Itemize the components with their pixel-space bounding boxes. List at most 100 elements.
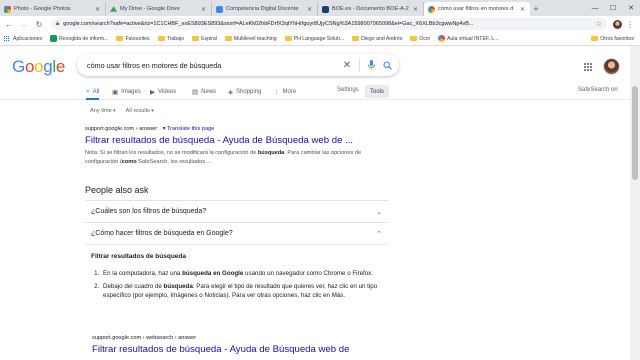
tab-label: Shopping [236, 89, 262, 95]
folder-icon [192, 36, 200, 41]
paa-source-cite: support.google.com › websearch › answer [92, 335, 197, 341]
bookmark-multilevel[interactable]: Multilevel teaching [224, 36, 277, 42]
google-header: Google cómo usar filtros en motores de b… [0, 46, 640, 84]
bookmark-ocio[interactable]: Ocio [410, 36, 430, 42]
google-g-icon [428, 5, 435, 13]
snippet-bold: como [121, 158, 137, 165]
maximize-icon[interactable]: ☐ [604, 0, 622, 16]
tab-all[interactable]: ⌕ All [86, 86, 100, 100]
apps-grid-icon [4, 35, 10, 42]
new-tab-button[interactable]: + [530, 2, 542, 16]
scrollbar-thumb[interactable] [632, 86, 638, 180]
tab-google-photos[interactable]: Photo - Google Photos ✕ [0, 2, 106, 16]
close-icon[interactable]: ✕ [307, 6, 313, 13]
back-arrow-icon[interactable]: ← [3, 18, 15, 30]
tab-label: cómo usar filtros en motores d [438, 6, 514, 12]
bookmark-star-icon[interactable]: ☆ [596, 20, 602, 28]
logo-letter: e [55, 57, 66, 76]
bookmark-otros-favoritos[interactable]: Otros favoritos [591, 36, 634, 42]
search-input[interactable]: cómo usar filtros en motores de búsqueda… [77, 54, 399, 76]
close-icon[interactable]: ✕ [520, 6, 526, 13]
tab-label: Images [121, 89, 141, 95]
bookmark-espiral[interactable]: Espiral [192, 36, 217, 42]
translate-link[interactable]: ▾ Translate this page [163, 126, 215, 132]
search-query[interactable]: cómo usar filtros en motores de búsqueda [87, 61, 341, 70]
paa-question[interactable]: ¿Cuáles son los filtros de búsqueda? ⌄ [85, 200, 388, 222]
step-text: Debajo del cuadro de [103, 283, 164, 290]
bookmark-diego-andres[interactable]: Diego and Andrés [352, 36, 402, 42]
close-icon[interactable]: ✕ [95, 6, 101, 13]
bookmark-label: Espiral [201, 35, 217, 42]
google-apps-icon[interactable] [584, 63, 593, 72]
tab-videos[interactable]: ▶ Videos [150, 86, 176, 98]
paa-answer: Filtrar resultados de búsqueda En la com… [85, 244, 388, 300]
snippet-text: Nota: Si se filtran los resultados, no s… [85, 150, 258, 156]
bookmark-label: Aula virtual INTEF. L... [447, 35, 499, 42]
intef-icon [438, 35, 446, 42]
close-icon[interactable]: ✕ [413, 6, 419, 13]
tab-label: Competencia Digital Docente [226, 6, 299, 12]
url-text: google.com/search?safe=active&rlz=1C1CHB… [63, 21, 474, 27]
result-url: support.google.com › answer [85, 126, 158, 132]
forward-arrow-icon[interactable]: → [18, 18, 30, 30]
search-icon: ⌕ [86, 88, 90, 95]
minimize-icon[interactable]: — [586, 0, 604, 16]
bookmark-trabajo[interactable]: Trabajo [157, 36, 184, 42]
tab-strip: Photo - Google Photos ✕ My Drive - Googl… [0, 0, 640, 16]
tab-more[interactable]: ⋮ More [273, 86, 296, 98]
close-window-icon[interactable]: ✕ [622, 0, 640, 16]
profile-avatar-icon[interactable] [613, 19, 622, 29]
tab-label: All [92, 89, 100, 95]
folder-icon [591, 36, 599, 41]
account-avatar[interactable] [603, 58, 620, 75]
more-vert-icon[interactable]: ⋮ [626, 20, 634, 29]
scrollbar[interactable] [630, 46, 640, 360]
translate-label: Translate this page [166, 126, 215, 132]
clear-icon[interactable]: ✕ [341, 60, 353, 71]
settings-link[interactable]: Settings [337, 87, 359, 93]
close-icon[interactable]: ✕ [201, 6, 207, 13]
result-snippet: Nota: Si se filtran los resultados, no s… [85, 149, 375, 166]
search-tabs: ⌕ All ▣ Images ▶ Videos ▤ News ◈ Shopping ⋮ Mo… [0, 84, 640, 100]
tab-google-drive[interactable]: My Drive - Google Drive ✕ [106, 2, 212, 16]
tab-images[interactable]: ▣ Images [112, 86, 141, 98]
google-drive-icon [110, 5, 117, 12]
tab-competencia-digital[interactable]: Competencia Digital Docente ✕ [212, 2, 318, 16]
tab-label: Videos [158, 89, 177, 95]
address-bar[interactable]: 🔒︎ google.com/search?safe=active&rlz=1C1… [51, 18, 607, 30]
bookmark-label: Diego and Andrés [361, 35, 403, 42]
bookmark-aula-virtual[interactable]: Aula virtual INTEF. L... [438, 35, 499, 42]
tab-news[interactable]: ▤ News [192, 86, 216, 98]
paa-question-text: ¿Cuáles son los filtros de búsqueda? [91, 208, 207, 215]
chevron-down-icon: ⌄ [376, 208, 382, 216]
search-icon[interactable] [381, 59, 393, 71]
tools-button[interactable]: Tools [365, 85, 390, 98]
bookmark-recogida[interactable]: Recogida de inform... [50, 35, 108, 42]
bookmark-favourites[interactable]: Favourites [116, 36, 150, 42]
browser-window: Photo - Google Photos ✕ My Drive - Googl… [0, 0, 640, 360]
window-controls: — ☐ ✕ [586, 0, 640, 16]
paa-question-expanded[interactable]: ¿Cómo hacer filtros de búsqueda en Googl… [85, 222, 388, 244]
result-title-link[interactable]: Filtrar resultados de búsqueda - Ayuda d… [85, 135, 375, 146]
mic-icon[interactable] [366, 59, 376, 71]
shopping-tag-icon: ◈ [228, 89, 233, 96]
safesearch-status[interactable]: SafeSearch on [578, 87, 618, 93]
folder-icon [284, 36, 292, 41]
tools-filters: Any time All results [90, 108, 154, 114]
all-results-dropdown[interactable]: All results [126, 108, 154, 114]
answer-heading: Filtrar resultados de búsqueda [91, 253, 186, 260]
google-logo[interactable]: Google [12, 57, 65, 77]
bookmark-aplicaciones[interactable]: Aplicaciones [4, 35, 42, 42]
bookmark-ph-language[interactable]: PH Language Soluti... [284, 36, 344, 42]
bookmark-label: Ocio [419, 35, 431, 42]
tab-label: BOE.es - Documento BOE-A-2 [332, 6, 409, 12]
tab-boe[interactable]: BOE.es - Documento BOE-A-2 ✕ [318, 2, 424, 16]
any-time-dropdown[interactable]: Any time [90, 108, 116, 114]
search-result: support.google.com › answer ▾ Translate … [85, 126, 375, 166]
folder-icon [157, 36, 165, 41]
tab-google-search[interactable]: cómo usar filtros en motores d ✕ [424, 2, 530, 16]
answer-step: En la computadora, haz una búsqueda en G… [101, 269, 382, 278]
tab-shopping[interactable]: ◈ Shopping [228, 86, 261, 98]
paa-source-link[interactable]: Filtrar resultados de búsqueda - Ayuda d… [92, 344, 349, 355]
reload-icon[interactable]: ↻ [33, 18, 45, 30]
